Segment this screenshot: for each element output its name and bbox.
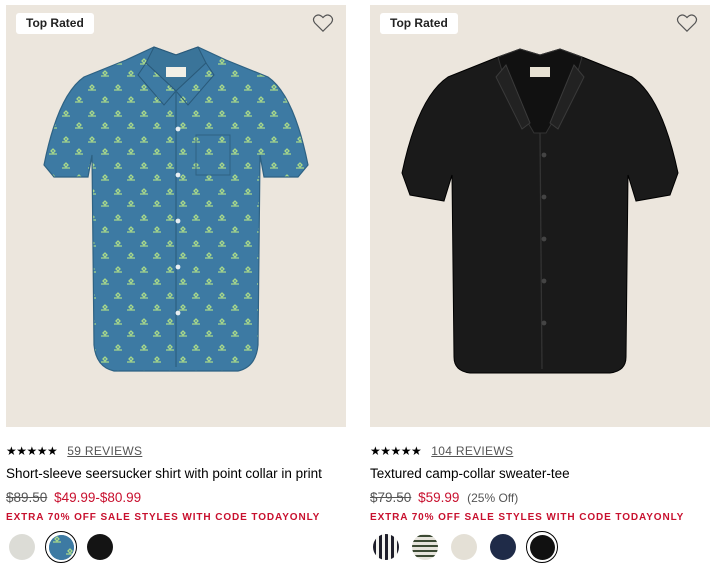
color-swatches — [6, 531, 123, 563]
reviews-link[interactable]: 104 REVIEWS — [431, 444, 513, 458]
price-row: $79.50 $59.99 (25% Off) — [370, 490, 518, 505]
rating-row: ★★★★★ 104 REVIEWS — [370, 443, 513, 459]
swatch-black[interactable] — [526, 531, 558, 563]
original-price: $79.50 — [370, 490, 412, 505]
original-price: $89.50 — [6, 490, 48, 505]
shirt-image — [401, 48, 679, 374]
product-image[interactable]: Top Rated — [370, 5, 710, 427]
swatch-light-grey[interactable] — [6, 531, 38, 563]
heart-icon[interactable] — [312, 13, 334, 33]
discount-percent: (25% Off) — [467, 491, 519, 505]
product-name[interactable]: Textured camp-collar sweater-tee — [370, 466, 570, 481]
sale-price: $59.99 — [418, 490, 460, 505]
promo-text: EXTRA 70% OFF SALE STYLES WITH CODE TODA… — [370, 512, 685, 523]
swatch-blue-print[interactable] — [45, 531, 77, 563]
product-name[interactable]: Short-sleeve seersucker shirt with point… — [6, 466, 322, 481]
heart-icon[interactable] — [676, 13, 698, 33]
sale-price: $49.99-$80.99 — [54, 490, 142, 505]
product-image[interactable]: Top Rated — [6, 5, 346, 427]
swatch-black[interactable] — [84, 531, 116, 563]
product-card[interactable]: Top Rated ★★★★★ 104 REVIEWS Textured cam… — [370, 5, 710, 563]
color-swatches — [370, 531, 565, 563]
swatch-black-white-stripe[interactable] — [370, 531, 402, 563]
product-card[interactable]: Top Rated ★★★★★ 59 REVIEWS Short-sleeve … — [6, 5, 346, 563]
star-rating: ★★★★★ — [6, 444, 58, 458]
top-rated-badge: Top Rated — [380, 13, 458, 34]
top-rated-badge: Top Rated — [16, 13, 94, 34]
swatch-navy[interactable] — [487, 531, 519, 563]
shirt-image — [43, 46, 309, 372]
reviews-link[interactable]: 59 REVIEWS — [67, 444, 142, 458]
star-rating: ★★★★★ — [370, 444, 422, 458]
rating-row: ★★★★★ 59 REVIEWS — [6, 443, 142, 459]
price-row: $89.50 $49.99-$80.99 — [6, 490, 141, 505]
swatch-ivory[interactable] — [448, 531, 480, 563]
promo-text: EXTRA 70% OFF SALE STYLES WITH CODE TODA… — [6, 512, 321, 523]
swatch-cream-green-stripe[interactable] — [409, 531, 441, 563]
